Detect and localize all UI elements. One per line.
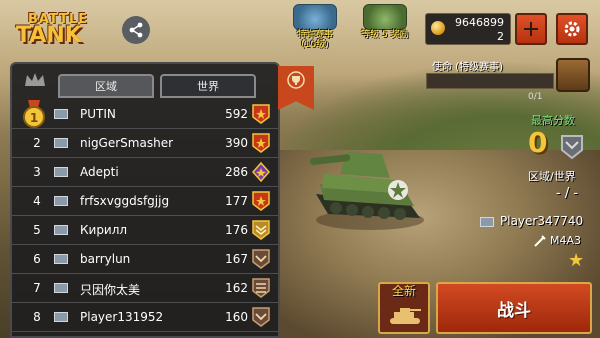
- rank-badge-icon: [252, 133, 270, 153]
- rank-badge-icon: [252, 249, 270, 269]
- level-reward-label: 等级 5 奖励: [361, 30, 409, 40]
- mission-progress: 0/1: [528, 92, 543, 102]
- special-event-tank-icon: [293, 4, 337, 30]
- player-score: 176: [225, 223, 248, 237]
- treasure-chest-icon[interactable]: [556, 58, 590, 92]
- level-reward-tank-icon: [363, 4, 407, 30]
- share-icon: [129, 22, 143, 38]
- flag-icon: [54, 196, 68, 206]
- flag-icon: [54, 167, 68, 177]
- special-event-label: 特许赛事: [296, 30, 333, 40]
- tank-gun-icon: [534, 235, 546, 247]
- player-score: 592: [225, 107, 248, 121]
- player-rank: 7: [33, 281, 41, 295]
- player-score: 160: [225, 310, 248, 324]
- player-rank: 6: [33, 252, 41, 266]
- tank-icon: [390, 308, 421, 324]
- best-score-value: 0: [528, 126, 548, 159]
- player-score: 286: [225, 165, 248, 179]
- rank-badge-icon: [252, 307, 270, 327]
- star-icon: ★: [568, 250, 585, 271]
- leaderboard-list: 1 PUTIN 592 2 nigGerSmasher 390 3 Adepti…: [12, 100, 278, 332]
- leaderboard-row[interactable]: 6 barrylun 167: [12, 245, 278, 274]
- level-reward-button[interactable]: 等级 5 奖励: [354, 4, 416, 52]
- flag-icon: [54, 225, 68, 235]
- player-score: 167: [225, 252, 248, 266]
- leaderboard-row[interactable]: 5 Кирилл 176: [12, 216, 278, 245]
- player-rank: 2: [33, 136, 41, 150]
- special-event-sublabel: (10级): [301, 40, 329, 50]
- player-name: Player131952: [80, 310, 164, 324]
- gold-medal-icon: 1: [23, 100, 45, 128]
- rank-badge-icon: [252, 278, 270, 298]
- game-logo: BATTLE TANK: [16, 12, 104, 48]
- player-rank: 3: [33, 165, 41, 179]
- player-score: 162: [225, 281, 248, 295]
- flag-icon: [480, 216, 494, 227]
- tab-world[interactable]: 世界: [160, 74, 256, 98]
- flag-icon: [54, 254, 68, 264]
- leaderboard-row[interactable]: 7 只因你太美 162: [12, 274, 278, 303]
- flag-icon: [54, 138, 68, 148]
- current-player: Player347740: [480, 214, 583, 228]
- flag-icon: [54, 312, 68, 322]
- player-rank: 4: [33, 194, 41, 208]
- player-name: PUTIN: [80, 107, 116, 121]
- player-rank: 5: [33, 223, 41, 237]
- leaderboard-row[interactable]: 4 frfsxvggdsfgjjg 177: [12, 187, 278, 216]
- player-tank-illustration: [310, 152, 424, 230]
- leaderboard-row[interactable]: 1 PUTIN 592: [12, 100, 278, 129]
- player-rank: 8: [33, 310, 41, 324]
- rank-badge-icon: [252, 191, 270, 211]
- plus-icon: [524, 22, 538, 36]
- add-currency-button[interactable]: [515, 13, 547, 45]
- fight-button[interactable]: 战斗: [436, 282, 592, 334]
- special-event-button[interactable]: 特许赛事 (10级): [284, 4, 346, 52]
- current-tank-name: M4A3: [550, 234, 582, 247]
- rank-badge-icon: [252, 162, 270, 182]
- coin-icon: [431, 21, 445, 35]
- new-label: 全新: [391, 284, 416, 298]
- rank-badge-icon: [252, 104, 270, 124]
- player-name: 只因你太美: [80, 283, 141, 297]
- rank-badge-icon: [252, 220, 270, 240]
- coin-count: 9646899: [455, 16, 504, 29]
- region-world-label: 区域/世界: [528, 170, 576, 183]
- leaderboard-panel: 区域 世界 1 PUTIN 592 2 nigGerSmasher 390 3 …: [10, 62, 280, 338]
- leaderboard-row[interactable]: 3 Adepti 286: [12, 158, 278, 187]
- gear-icon: [564, 21, 580, 37]
- trophy-icon: [287, 71, 305, 89]
- current-player-name: Player347740: [500, 214, 584, 228]
- gem-count: 2: [497, 30, 504, 43]
- leaderboard-row[interactable]: 8 Player131952 160: [12, 303, 278, 332]
- leaderboard-row[interactable]: 2 nigGerSmasher 390: [12, 129, 278, 158]
- logo-line2: TANK: [16, 23, 82, 48]
- settings-button[interactable]: [556, 13, 588, 45]
- tab-region[interactable]: 区域: [58, 74, 154, 98]
- player-name: Adepti: [80, 165, 119, 179]
- player-name: nigGerSmasher: [80, 136, 174, 150]
- player-score: 390: [225, 136, 248, 150]
- player-name: barrylun: [80, 252, 131, 266]
- new-tank-button[interactable]: 全新: [378, 282, 430, 334]
- svg-text:1: 1: [30, 111, 38, 125]
- rank-shield-icon: [561, 135, 583, 160]
- flag-icon: [54, 283, 68, 293]
- current-tank: M4A3: [534, 234, 581, 247]
- crown-icon: [25, 73, 45, 86]
- player-name: frfsxvggdsfgjjg: [80, 194, 170, 208]
- player-name: Кирилл: [80, 223, 128, 237]
- mission-progress-bar: [426, 73, 554, 89]
- mission-label: 使命 (特级赛事): [432, 62, 503, 73]
- share-button[interactable]: [122, 16, 150, 44]
- player-score: 177: [225, 194, 248, 208]
- currency-box: 9646899 2: [425, 13, 511, 45]
- region-world-value: - / -: [556, 186, 579, 201]
- flag-icon: [54, 109, 68, 119]
